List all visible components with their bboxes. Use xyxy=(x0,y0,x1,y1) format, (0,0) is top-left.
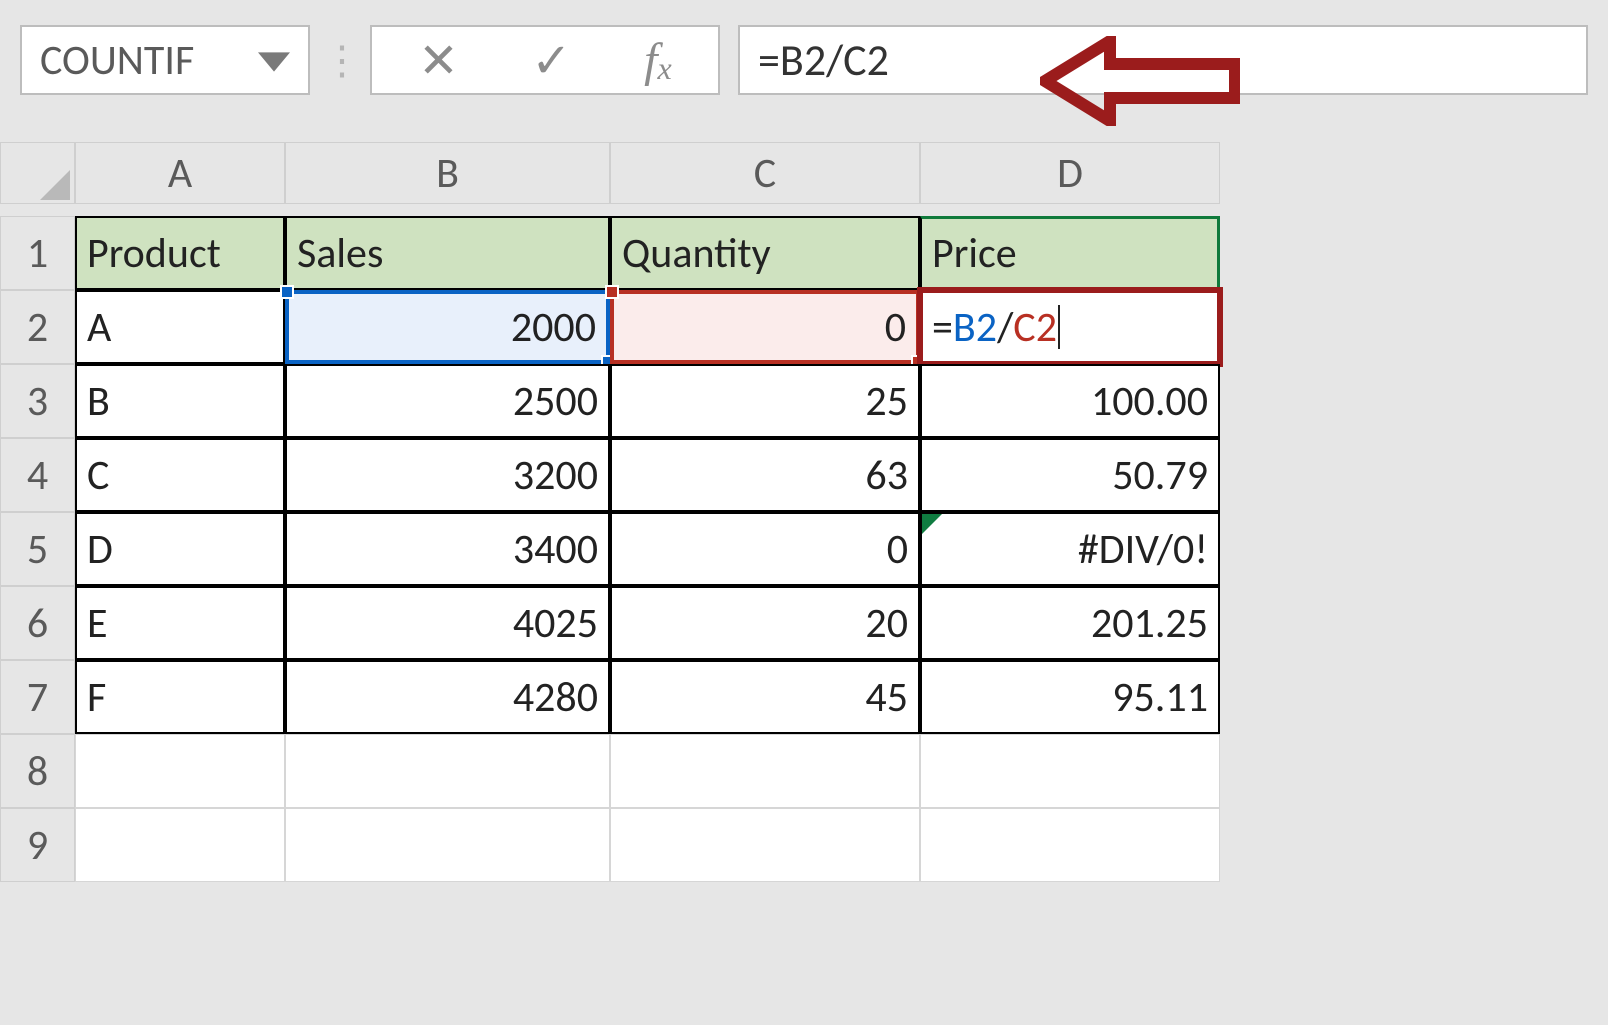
grip-icon: ⋮ xyxy=(328,25,352,95)
cell-a7[interactable]: F xyxy=(75,660,285,734)
cancel-icon[interactable]: ✕ xyxy=(418,31,458,90)
cell-d5-value: #DIV/0! xyxy=(1078,524,1208,575)
cell-c7[interactable]: 45 xyxy=(610,660,920,734)
cell-c4[interactable]: 63 xyxy=(610,438,920,512)
cell-d9[interactable] xyxy=(920,808,1220,882)
cell-c5[interactable]: 0 xyxy=(610,512,920,586)
cell-d6[interactable]: 201.25 xyxy=(920,586,1220,660)
cell-d7[interactable]: 95.11 xyxy=(920,660,1220,734)
row-header-5[interactable]: 5 xyxy=(0,512,75,586)
cell-c3[interactable]: 25 xyxy=(610,364,920,438)
cell-b2-value: 2000 xyxy=(511,302,596,353)
cell-c2[interactable]: 0 xyxy=(610,290,920,364)
formula-ref-c2: C2 xyxy=(1013,302,1057,353)
confirm-icon[interactable]: ✓ xyxy=(531,31,571,90)
cell-d1[interactable]: Price xyxy=(920,216,1220,290)
formula-text: =B2/C2 xyxy=(758,33,889,87)
selection-handle-icon xyxy=(605,285,619,299)
row-header-7[interactable]: 7 xyxy=(0,660,75,734)
cell-a5[interactable]: D xyxy=(75,512,285,586)
cell-b7[interactable]: 4280 xyxy=(285,660,610,734)
chevron-down-icon[interactable] xyxy=(258,35,290,86)
cell-a1[interactable]: Product xyxy=(75,216,285,290)
select-all-corner[interactable] xyxy=(0,142,75,204)
cell-b8[interactable] xyxy=(285,734,610,808)
cell-b9[interactable] xyxy=(285,808,610,882)
error-flag-icon xyxy=(922,514,942,534)
row-header-4[interactable]: 4 xyxy=(0,438,75,512)
row-header-1[interactable]: 1 xyxy=(0,216,75,290)
name-box-value: COUNTIF xyxy=(40,35,194,86)
formula-buttons: ✕ ✓ fx xyxy=(370,25,720,95)
cell-a6[interactable]: E xyxy=(75,586,285,660)
formula-ref-b2: B2 xyxy=(953,302,997,353)
cell-a3[interactable]: B xyxy=(75,364,285,438)
cell-c9[interactable] xyxy=(610,808,920,882)
name-box[interactable]: COUNTIF xyxy=(20,25,310,95)
col-header-d[interactable]: D xyxy=(920,142,1220,204)
col-header-b[interactable]: B xyxy=(285,142,610,204)
selection-handle-icon xyxy=(280,285,294,299)
cell-c2-value: 0 xyxy=(885,302,906,353)
formula-eq: = xyxy=(932,302,953,353)
row-header-3[interactable]: 3 xyxy=(0,364,75,438)
cell-a8[interactable] xyxy=(75,734,285,808)
cell-c8[interactable] xyxy=(610,734,920,808)
spreadsheet: A B C D 1 Product Sales Quantity Price 2… xyxy=(0,142,1608,882)
cell-b6[interactable]: 4025 xyxy=(285,586,610,660)
fx-icon[interactable]: fx xyxy=(644,33,672,88)
cell-d3[interactable]: 100.00 xyxy=(920,364,1220,438)
cell-b1[interactable]: Sales xyxy=(285,216,610,290)
row-header-8[interactable]: 8 xyxy=(0,734,75,808)
cell-c6[interactable]: 20 xyxy=(610,586,920,660)
cell-d5[interactable]: #DIV/0! xyxy=(920,512,1220,586)
col-header-a[interactable]: A xyxy=(75,142,285,204)
cell-d4[interactable]: 50.79 xyxy=(920,438,1220,512)
row-header-6[interactable]: 6 xyxy=(0,586,75,660)
row-header-2[interactable]: 2 xyxy=(0,290,75,364)
formula-bar: COUNTIF ⋮ ✕ ✓ fx =B2/C2 xyxy=(0,0,1608,100)
formula-input[interactable]: =B2/C2 xyxy=(738,25,1588,95)
cell-a2[interactable]: A xyxy=(75,290,285,364)
cell-d8[interactable] xyxy=(920,734,1220,808)
cell-a4[interactable]: C xyxy=(75,438,285,512)
formula-op: / xyxy=(997,302,1013,353)
col-header-c[interactable]: C xyxy=(610,142,920,204)
cell-d2[interactable]: =B2/C2 xyxy=(920,290,1220,364)
cell-c1[interactable]: Quantity xyxy=(610,216,920,290)
cell-b3[interactable]: 2500 xyxy=(285,364,610,438)
cell-b2[interactable]: 2000 xyxy=(285,290,610,364)
row-header-9[interactable]: 9 xyxy=(0,808,75,882)
text-cursor-icon xyxy=(1058,305,1060,349)
cell-b4[interactable]: 3200 xyxy=(285,438,610,512)
cell-a9[interactable] xyxy=(75,808,285,882)
cell-b5[interactable]: 3400 xyxy=(285,512,610,586)
